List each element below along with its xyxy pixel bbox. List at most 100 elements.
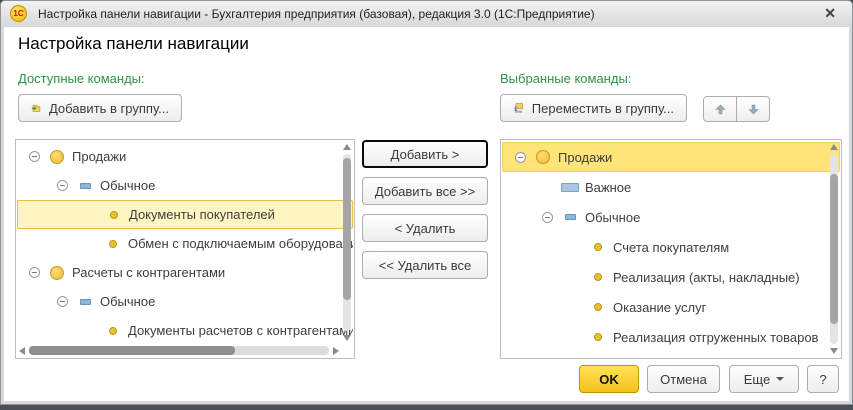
collapse-icon[interactable] bbox=[542, 212, 553, 223]
tree-item-label: Продажи bbox=[69, 149, 126, 164]
icon-slot bbox=[558, 183, 582, 192]
collapse-icon[interactable] bbox=[29, 267, 40, 278]
collapse-icon[interactable] bbox=[57, 296, 68, 307]
tree-item[interactable]: Документы покупателей bbox=[17, 200, 353, 229]
tree-item[interactable]: Реализация отгруженных товаров bbox=[502, 322, 840, 352]
more-button[interactable]: Еще bbox=[729, 365, 799, 393]
tree-item-label: Обмен с подключаемым оборудованием bbox=[125, 236, 353, 251]
tree-item-label: Реализация (акты, накладные) bbox=[610, 270, 800, 285]
expander-slot bbox=[23, 151, 45, 162]
tree-item[interactable]: Реализация (акты, накладные) bbox=[502, 262, 840, 292]
icon-slot bbox=[586, 303, 610, 311]
tree-item[interactable]: Важное bbox=[502, 172, 840, 202]
icon-slot bbox=[102, 211, 126, 219]
expander-slot bbox=[51, 296, 73, 307]
tree-item-label: Обычное bbox=[97, 178, 155, 193]
tree-item[interactable]: Оказание услуг bbox=[502, 292, 840, 322]
icon-slot bbox=[558, 214, 582, 220]
remove-all-button[interactable]: << Удалить все bbox=[362, 251, 488, 279]
tree-item[interactable]: Расчеты с контрагентами bbox=[17, 258, 353, 287]
tree-item[interactable]: Продажи bbox=[17, 142, 353, 171]
reorder-buttons bbox=[703, 96, 770, 122]
tree-item[interactable]: Обычное bbox=[17, 171, 353, 200]
expander-slot bbox=[536, 212, 558, 223]
tree-item[interactable]: Счета покупателям bbox=[502, 232, 840, 262]
selected-vertical-scrollbar[interactable] bbox=[829, 142, 839, 356]
icon-slot bbox=[586, 273, 610, 281]
arrow-up-icon bbox=[715, 104, 726, 115]
tree-item-label: Документы покупателей bbox=[126, 207, 275, 222]
cancel-button[interactable]: Отмена bbox=[647, 365, 720, 393]
section-icon bbox=[536, 150, 550, 164]
collapse-icon[interactable] bbox=[515, 152, 526, 163]
tree-item[interactable]: Розничные продажи (чеки) bbox=[502, 352, 840, 357]
add-to-group-button[interactable]: Добавить в группу... bbox=[18, 94, 182, 122]
icon-slot bbox=[101, 327, 125, 335]
available-commands-panel: Продажи Обычное Документы покупателей Обмен… bbox=[15, 139, 355, 359]
scroll-down-icon[interactable] bbox=[830, 348, 838, 354]
scroll-left-icon[interactable] bbox=[19, 347, 25, 355]
scrollbar-thumb[interactable] bbox=[343, 158, 351, 300]
tree-item-label: Обычное bbox=[97, 294, 155, 309]
expander-slot bbox=[509, 152, 531, 163]
scrollbar-thumb[interactable] bbox=[830, 174, 838, 324]
remove-button[interactable]: < Удалить bbox=[362, 214, 488, 242]
command-icon bbox=[594, 243, 602, 251]
add-all-button[interactable]: Добавить все >> bbox=[362, 177, 488, 205]
scroll-right-icon[interactable] bbox=[333, 347, 339, 355]
tree-item[interactable]: Документы расчетов с контрагентами bbox=[17, 316, 353, 345]
page-title: Настройка панели навигации bbox=[18, 34, 249, 54]
expander-slot bbox=[51, 180, 73, 191]
ordinary-icon bbox=[80, 183, 91, 189]
tree-item[interactable]: Обычное bbox=[502, 202, 840, 232]
collapse-icon[interactable] bbox=[57, 180, 68, 191]
add-to-group-label: Добавить в группу... bbox=[49, 101, 169, 116]
dialog-content: Настройка панели навигации Доступные ком… bbox=[4, 27, 849, 401]
dialog-window: 1С Настройка панели навигации - Бухгалте… bbox=[0, 0, 853, 405]
available-horizontal-scrollbar[interactable] bbox=[18, 345, 340, 356]
move-up-button[interactable] bbox=[703, 96, 737, 122]
icon-slot bbox=[586, 243, 610, 251]
available-vertical-scrollbar[interactable] bbox=[342, 142, 352, 343]
move-down-button[interactable] bbox=[736, 96, 770, 122]
command-icon bbox=[594, 273, 602, 281]
folder-add-icon bbox=[31, 100, 42, 116]
tree-item[interactable]: Продажи bbox=[502, 142, 840, 172]
icon-slot bbox=[45, 150, 69, 164]
tree-item[interactable]: Обмен с подключаемым оборудованием bbox=[17, 229, 353, 258]
collapse-icon[interactable] bbox=[29, 151, 40, 162]
move-to-group-label: Переместить в группу... bbox=[532, 101, 674, 116]
icon-slot bbox=[73, 183, 97, 189]
ok-button[interactable]: OK bbox=[579, 365, 639, 393]
icon-slot bbox=[45, 266, 69, 280]
icon-slot bbox=[586, 333, 610, 341]
1c-logo-icon: 1С bbox=[10, 5, 27, 22]
add-button[interactable]: Добавить > bbox=[362, 140, 488, 168]
scrollbar-thumb[interactable] bbox=[29, 346, 235, 355]
scroll-down-icon[interactable] bbox=[343, 335, 351, 341]
folder-move-icon bbox=[513, 100, 525, 116]
ordinary-icon bbox=[565, 214, 576, 220]
tree-item-label: Документы расчетов с контрагентами bbox=[125, 323, 353, 338]
move-to-group-button[interactable]: Переместить в группу... bbox=[500, 94, 687, 122]
tree-item[interactable]: Обычное bbox=[17, 287, 353, 316]
available-commands-label: Доступные команды: bbox=[18, 71, 145, 86]
command-icon bbox=[109, 327, 117, 335]
tree-item-label: Расчеты с контрагентами bbox=[69, 265, 225, 280]
tree-item-label: Важное bbox=[582, 180, 631, 195]
icon-slot bbox=[73, 299, 97, 305]
more-button-label: Еще bbox=[744, 372, 770, 387]
selected-commands-panel: Продажи Важное ОбычноеСчета покупателям Реа… bbox=[500, 139, 842, 359]
command-icon bbox=[594, 333, 602, 341]
scroll-up-icon[interactable] bbox=[830, 144, 838, 150]
tree-item-label: Продажи bbox=[555, 150, 612, 165]
titlebar[interactable]: 1С Настройка панели навигации - Бухгалте… bbox=[1, 1, 852, 26]
arrow-down-icon bbox=[748, 104, 759, 115]
help-button[interactable]: ? bbox=[807, 365, 839, 393]
selected-tree: Продажи Важное ОбычноеСчета покупателям Реа… bbox=[502, 142, 840, 357]
close-icon[interactable]: ✕ bbox=[820, 3, 840, 24]
section-icon bbox=[50, 150, 64, 164]
scroll-up-icon[interactable] bbox=[343, 144, 351, 150]
important-icon bbox=[561, 183, 579, 192]
command-icon bbox=[109, 240, 117, 248]
